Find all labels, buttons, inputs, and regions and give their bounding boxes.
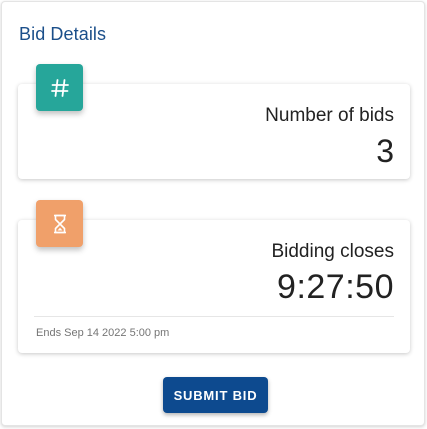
- card-divider: [34, 316, 394, 317]
- panel-title: Bid Details: [19, 24, 107, 44]
- end-date-text: Ends Sep 14 2022 5:00 pm: [36, 327, 170, 339]
- bidding-closes-label: Bidding closes: [271, 241, 394, 262]
- number-of-bids-card: Number of bids 3: [18, 64, 410, 179]
- number-of-bids-value: 3: [376, 133, 394, 169]
- submit-bid-button[interactable]: SUBMIT BID: [163, 377, 268, 413]
- bid-details-panel: Bid Details Number of bids 3 Bidding clo…: [1, 1, 425, 426]
- countdown-timer: 9:27:50: [277, 268, 394, 306]
- hash-icon: [36, 64, 83, 111]
- number-of-bids-label: Number of bids: [265, 105, 394, 126]
- bidding-closes-card: Bidding closes 9:27:50 Ends Sep 14 2022 …: [18, 200, 410, 353]
- hourglass-icon: [36, 200, 83, 247]
